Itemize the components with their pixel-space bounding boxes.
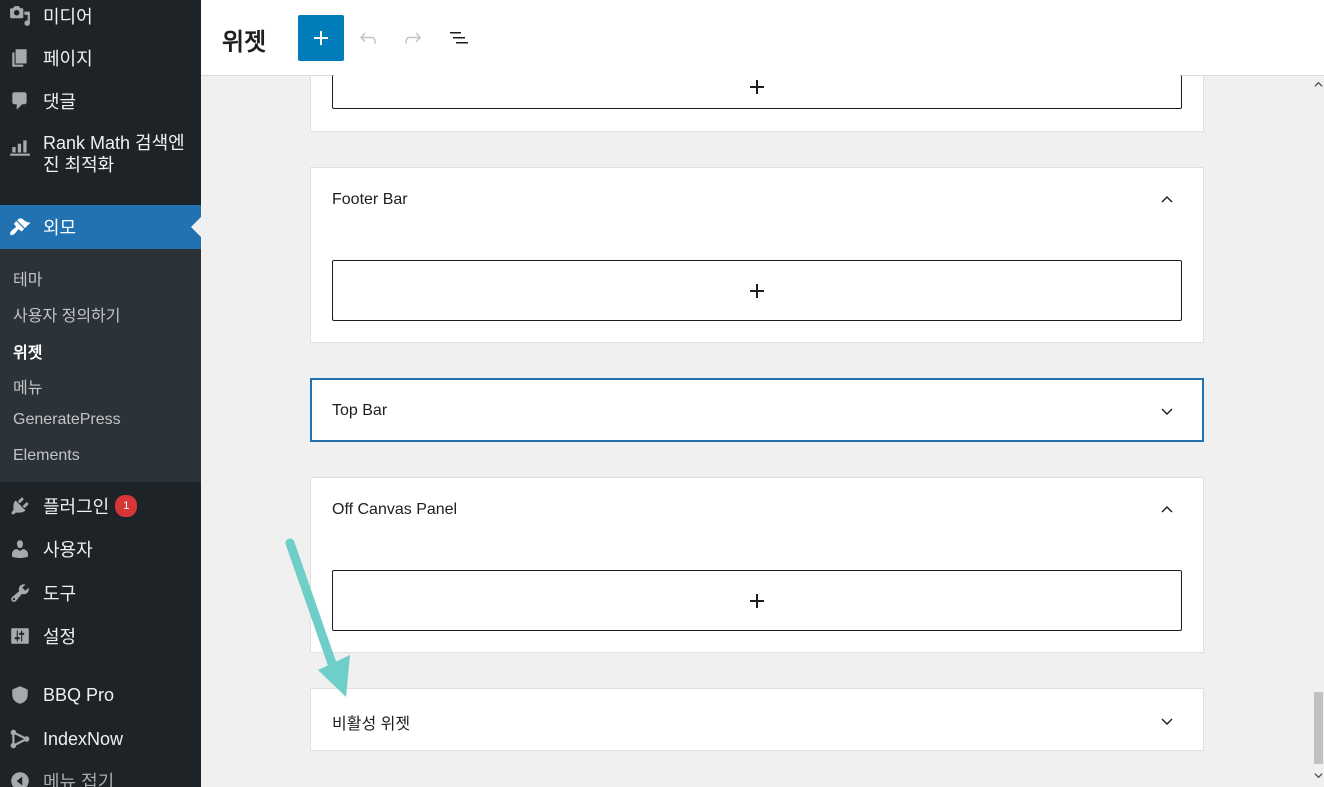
plugin-icon [9, 495, 31, 517]
menu-item-settings[interactable]: 설정 [0, 620, 201, 652]
menu-label: Rank Math 검색엔 [43, 133, 185, 153]
undo-icon[interactable] [356, 26, 380, 50]
menu-label-wrap: Rank Math 검색엔 진 최적화 [43, 132, 185, 176]
menu-label: BBQ Pro [43, 684, 115, 705]
menu-label: 페이지 [43, 49, 93, 69]
settings-icon [9, 625, 31, 647]
list-view-icon[interactable] [447, 26, 471, 50]
rank-math-icon [9, 136, 31, 158]
comment-icon [9, 90, 31, 112]
scrollbar[interactable] [1312, 76, 1324, 787]
menu-label: 미디어 [43, 7, 93, 27]
appearance-brush-icon [9, 216, 31, 238]
menu-label: 댓글 [43, 92, 77, 112]
menu-label: 외모 [43, 218, 77, 238]
chevron-up-icon[interactable] [1155, 187, 1179, 211]
widget-area-off-canvas-panel: Off Canvas Panel [310, 477, 1204, 653]
menu-item-rank-math[interactable]: Rank Math 검색엔 진 최적화 [0, 132, 201, 182]
plugin-update-badge: 1 [115, 495, 138, 517]
submenu-item-customize[interactable]: 사용자 정의하기 [13, 302, 121, 326]
collapse-icon [9, 770, 31, 787]
appearance-submenu: 테마 사용자 정의하기 위젯 메뉴 GeneratePress Elements [0, 249, 201, 482]
widget-area-inactive-widgets[interactable]: 비활성 위젯 [310, 688, 1204, 751]
chevron-down-icon[interactable] [1155, 709, 1179, 733]
menu-label: 사용자 [43, 540, 93, 560]
media-icon [9, 5, 31, 27]
submenu-item-themes[interactable]: 테마 [13, 266, 42, 290]
submenu-item-generatepress[interactable]: GeneratePress [13, 411, 121, 429]
menu-item-collapse[interactable]: 메뉴 접기 [0, 765, 201, 787]
menu-item-bbq-pro[interactable]: BBQ Pro [0, 679, 201, 711]
menu-label: 도구 [43, 584, 77, 604]
submenu-item-elements[interactable]: Elements [13, 447, 80, 465]
submenu-item-menus[interactable]: 메뉴 [13, 374, 42, 398]
menu-label: 플러그인 [43, 497, 110, 517]
redo-icon[interactable] [401, 26, 425, 50]
scroll-down-icon[interactable] [1314, 771, 1323, 780]
menu-label: 진 최적화 [43, 155, 115, 175]
menu-label: 메뉴 접기 [43, 772, 115, 787]
widget-area-title[interactable]: 비활성 위젯 [332, 710, 410, 734]
menu-item-users[interactable]: 사용자 [0, 533, 201, 565]
scroll-thumb[interactable] [1314, 692, 1323, 764]
chevron-up-icon[interactable] [1155, 497, 1179, 521]
page-title: 위젯 [222, 29, 267, 56]
add-block-appender[interactable] [332, 570, 1182, 631]
add-block-appender[interactable] [332, 260, 1182, 321]
plus-icon [750, 283, 764, 298]
widget-area-title[interactable]: Off Canvas Panel [332, 501, 457, 519]
widget-area-title[interactable]: Footer Bar [332, 191, 408, 209]
scroll-up-icon[interactable] [1314, 80, 1323, 89]
chevron-down-icon[interactable] [1155, 399, 1179, 423]
menu-label: IndexNow [43, 728, 124, 749]
user-icon [9, 538, 31, 560]
admin-sidebar: 미디어 페이지 댓글 Rank Math 검색엔 진 최적화 외모 테마 사용자… [0, 0, 201, 787]
menu-item-tools[interactable]: 도구 [0, 577, 201, 609]
wrench-icon [9, 582, 31, 604]
menu-item-media[interactable]: 미디어 [0, 0, 201, 32]
plus-icon [750, 593, 764, 608]
menu-item-appearance[interactable]: 외모 [0, 205, 201, 249]
plus-icon [750, 79, 764, 94]
menu-item-pages[interactable]: 페이지 [0, 42, 201, 74]
widget-area-footer-bar: Footer Bar [310, 167, 1204, 343]
menu-item-indexnow[interactable]: IndexNow [0, 723, 201, 755]
menu-item-comments[interactable]: 댓글 [0, 85, 201, 117]
shield-icon [9, 684, 31, 706]
menu-label: 설정 [43, 627, 77, 647]
widget-area-title[interactable]: Top Bar [332, 402, 387, 420]
widget-area-top-bar[interactable]: Top Bar [310, 378, 1204, 442]
menu-item-plugins[interactable]: 플러그인 1 [0, 490, 201, 522]
editor-header: 위젯 [201, 0, 1324, 76]
indexnow-icon [9, 728, 31, 750]
submenu-item-widgets[interactable]: 위젯 [13, 339, 42, 363]
widget-area-panel [310, 75, 1204, 132]
page-icon [9, 47, 31, 69]
add-block-appender[interactable] [332, 75, 1182, 109]
plus-icon [314, 31, 328, 45]
add-block-button[interactable] [298, 15, 344, 61]
annotation-arrow-icon [285, 538, 350, 697]
